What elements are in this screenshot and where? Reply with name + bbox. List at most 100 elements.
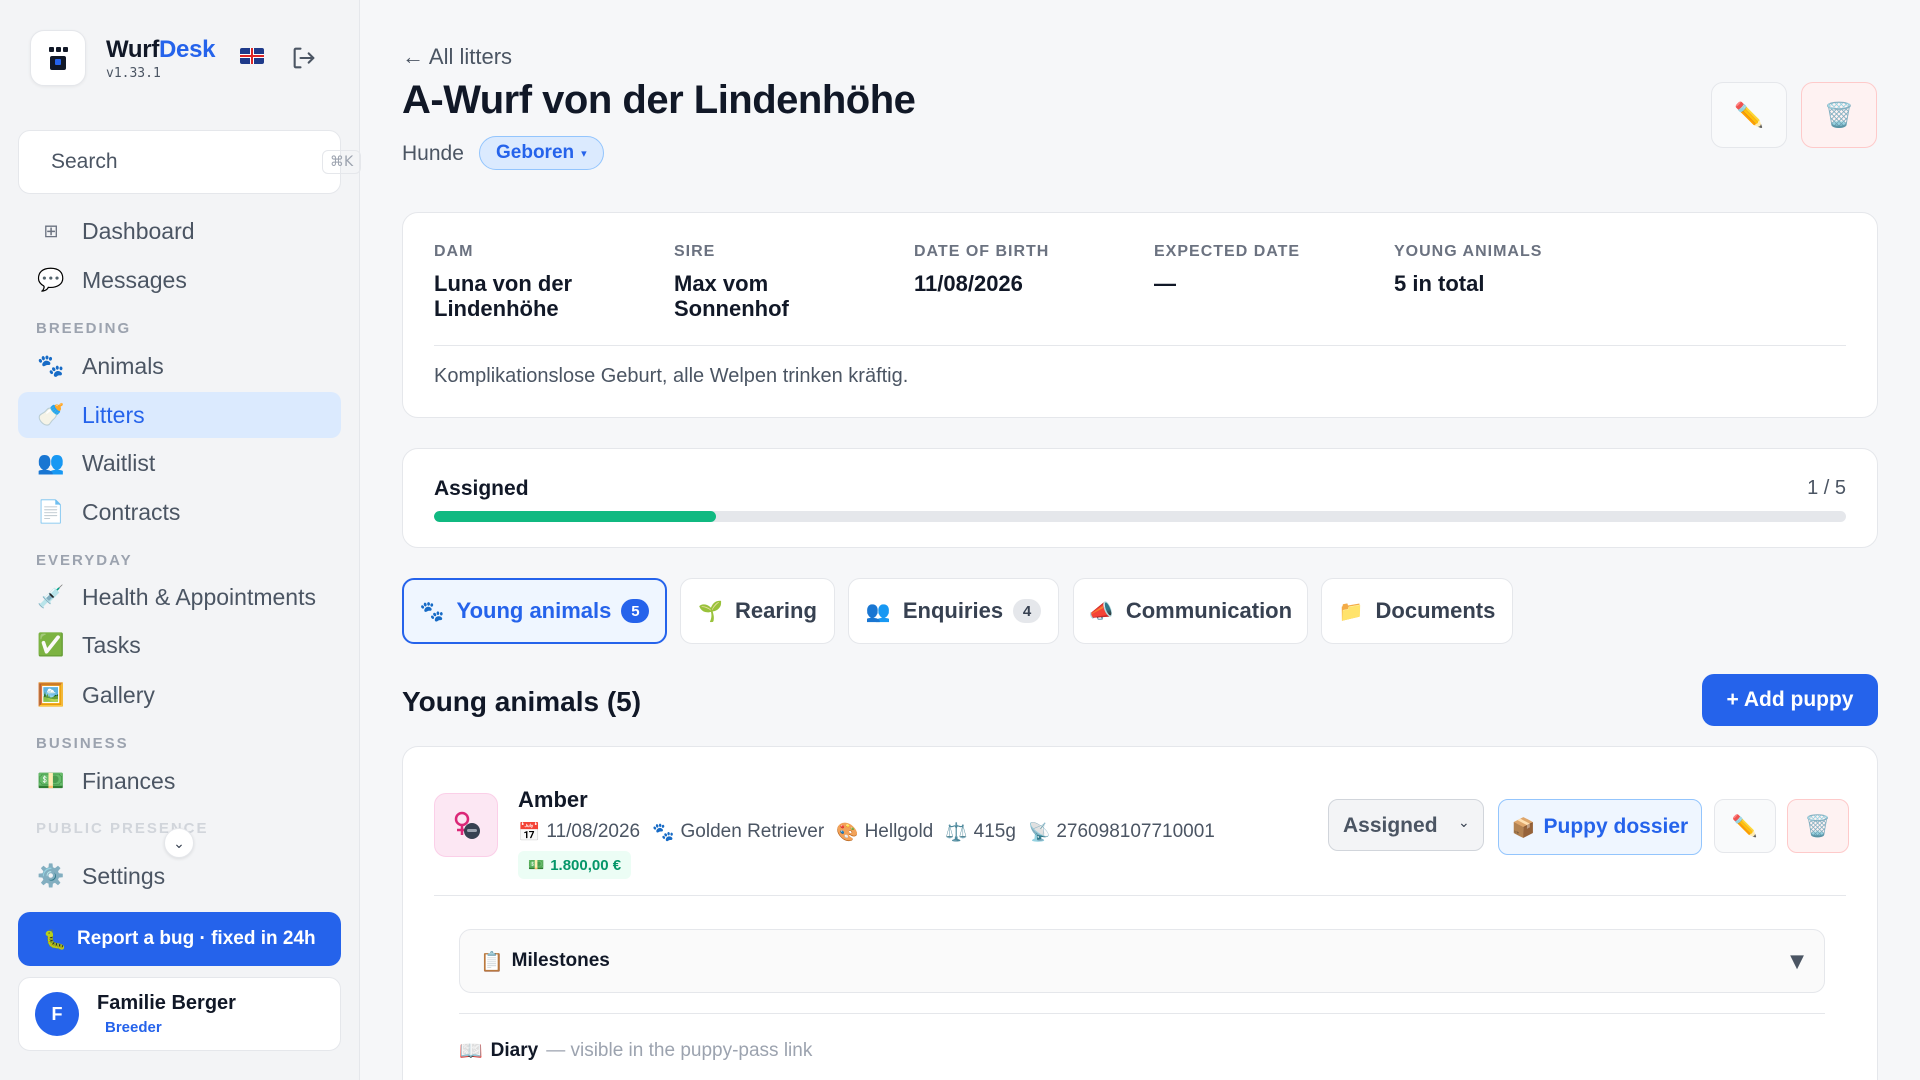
search-shortcut: ⌘K xyxy=(322,150,362,174)
paw-icon: 🐾 xyxy=(419,599,445,623)
money-icon: 💵 xyxy=(37,768,65,794)
syringe-icon: 💉 xyxy=(37,584,65,610)
tab-enquiries[interactable]: 👥 Enquiries 4 xyxy=(848,578,1059,644)
puppy-status-select[interactable]: Assigned xyxy=(1328,799,1484,851)
section-title: Young animals (5) xyxy=(402,686,642,717)
brand-name-part2: Desk xyxy=(159,35,216,63)
trash-icon: 🗑️ xyxy=(1824,101,1854,129)
info-expected: EXPECTED DATE — xyxy=(1154,243,1374,296)
progress-bar xyxy=(434,511,1846,522)
brand[interactable]: WurfDesk v1.33.1 xyxy=(30,30,216,86)
bug-icon: 🐛 xyxy=(43,928,68,951)
milestones-label: Milestones xyxy=(511,950,610,971)
add-puppy-button[interactable]: + Add puppy xyxy=(1702,674,1878,726)
puppy-color: Hellgold xyxy=(864,821,934,842)
tab-label: Young animals xyxy=(456,598,612,623)
nav-item-messages[interactable]: 💬 Messages xyxy=(18,257,341,303)
info-young: YOUNG ANIMALS 5 in total xyxy=(1394,243,1614,296)
progress-label: Assigned xyxy=(434,477,529,500)
info-value: 5 in total xyxy=(1394,271,1485,296)
info-dam: DAM Luna von der Lindenhöhe xyxy=(434,243,654,321)
uk-flag-icon[interactable] xyxy=(240,48,264,64)
divider xyxy=(434,345,1846,346)
nav-label: Contracts xyxy=(82,498,181,525)
user-card[interactable]: F Familie Berger Breeder xyxy=(18,977,341,1051)
info-label: EXPECTED DATE xyxy=(1154,243,1301,260)
info-value: Luna von der Lindenhöhe xyxy=(434,271,573,321)
avatar: F xyxy=(35,992,79,1036)
tab-documents[interactable]: 📁 Documents xyxy=(1321,578,1513,644)
megaphone-icon: 📣 xyxy=(1088,599,1114,623)
nav-label: Litters xyxy=(82,401,145,428)
nav-item-tasks[interactable]: ✅ Tasks xyxy=(18,622,341,668)
speech-bubble-icon: 💬 xyxy=(37,267,65,293)
female-icon xyxy=(434,793,498,857)
female-symbol-icon xyxy=(454,811,480,839)
page-title: A-Wurf von der Lindenhöhe xyxy=(402,78,916,122)
tab-badge: 5 xyxy=(621,599,650,623)
nav-label: Tasks xyxy=(82,631,141,658)
satellite-icon: 📡 xyxy=(1027,821,1051,843)
user-info: Familie Berger Breeder xyxy=(79,992,236,1036)
diary-label: Diary xyxy=(490,1039,539,1061)
nav-item-contracts[interactable]: 📄 Contracts xyxy=(18,489,341,535)
edit-litter-button[interactable]: ✏️ xyxy=(1711,82,1787,148)
grid-icon: ⊞ xyxy=(43,220,59,242)
nav-label: Health & Appointments xyxy=(82,583,316,610)
edit-puppy-button[interactable]: ✏️ xyxy=(1714,799,1776,853)
pencil-icon: ✏️ xyxy=(1734,101,1764,129)
nav-item-dashboard[interactable]: ⊞ Dashboard xyxy=(18,208,341,254)
checkmark-icon: ✅ xyxy=(37,632,65,658)
back-link[interactable]: ← All litters xyxy=(402,44,512,70)
nav-item-health[interactable]: 💉 Health & Appointments xyxy=(18,574,341,620)
nav-section-business: BUSINESS xyxy=(36,735,129,752)
trash-icon: 🗑️ xyxy=(1804,813,1832,838)
status-dropdown[interactable]: Geboren ▾ xyxy=(479,136,604,170)
logout-icon[interactable] xyxy=(290,44,318,72)
delete-litter-button[interactable]: 🗑️ xyxy=(1801,82,1877,148)
info-sire: SIRE Max vom Sonnenhof xyxy=(674,243,894,321)
tab-rearing[interactable]: 🌱 Rearing xyxy=(680,578,835,644)
report-bug-button[interactable]: 🐛 Report a bug · fixed in 24h xyxy=(18,912,341,966)
people-icon: 👥 xyxy=(37,450,65,476)
gear-icon: ⚙️ xyxy=(37,863,65,889)
search-box[interactable]: ⌘K xyxy=(18,130,362,194)
nav-item-animals[interactable]: 🐾 Animals xyxy=(18,343,341,389)
nav-item-litters[interactable]: 🍼 Litters xyxy=(18,392,341,438)
nav-item-settings[interactable]: ⚙️ Settings xyxy=(18,853,341,899)
document-icon: 📄 xyxy=(37,499,65,525)
money-icon: 💵 xyxy=(528,857,545,873)
baby-bottle-icon: 🍼 xyxy=(37,402,65,428)
palette-icon: 🎨 xyxy=(836,821,859,843)
puppy-meta: 📅 11/08/2026 🐾 Golden Retriever 🎨 Hellgold … xyxy=(518,821,1227,843)
scale-icon: ⚖️ xyxy=(945,821,968,843)
puppy-dossier-button[interactable]: 📦 Puppy dossier xyxy=(1498,799,1702,855)
paw-icon: 🐾 xyxy=(652,821,675,843)
tab-label: Enquiries xyxy=(902,598,1004,623)
info-label: DAM xyxy=(434,243,474,260)
app-logo xyxy=(30,30,86,86)
search-input[interactable] xyxy=(51,150,322,174)
nav-label: Dashboard xyxy=(82,217,195,244)
tab-young-animals[interactable]: 🐾 Young animals 5 xyxy=(402,578,667,644)
info-value: 11/08/2026 xyxy=(914,271,1023,296)
puppy-price: 💵 1.800,00 € xyxy=(518,851,632,879)
seedling-icon: 🌱 xyxy=(698,599,723,623)
nav-label: Settings xyxy=(82,862,166,889)
puppy-breed: Golden Retriever xyxy=(680,821,825,842)
info-label: SIRE xyxy=(674,243,716,260)
tab-communication[interactable]: 📣 Communication xyxy=(1073,578,1308,644)
diary-header: 📖 Diary — visible in the puppy-pass link xyxy=(459,1039,812,1063)
nav-item-waitlist[interactable]: 👥 Waitlist xyxy=(18,440,341,486)
nav-item-gallery[interactable]: 🖼️ Gallery xyxy=(18,672,341,718)
book-icon: 📖 xyxy=(459,1040,483,1062)
assigned-progress-card: Assigned 1 / 5 xyxy=(402,448,1878,548)
user-role: Breeder xyxy=(105,1019,162,1036)
pencil-icon: ✏️ xyxy=(1731,813,1759,838)
delete-puppy-button[interactable]: 🗑️ xyxy=(1787,799,1849,853)
tab-label: Communication xyxy=(1125,598,1293,623)
nav-item-finances[interactable]: 💵 Finances xyxy=(18,758,341,804)
milestones-accordion[interactable]: 📋 Milestones ▼ xyxy=(459,929,1825,993)
nav-section-everyday: EVERYDAY xyxy=(36,552,133,569)
brand-name: WurfDesk xyxy=(106,35,216,64)
